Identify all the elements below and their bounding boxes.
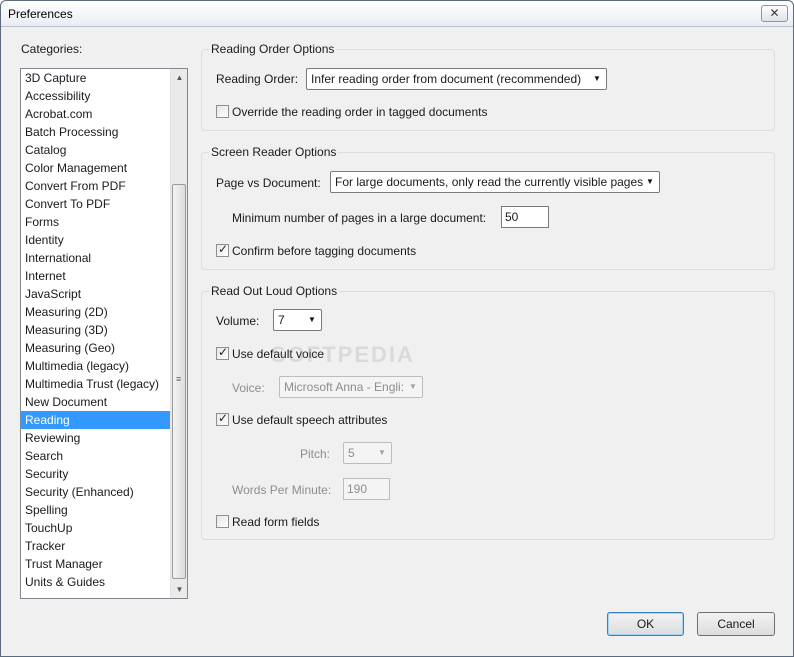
- category-item[interactable]: Convert To PDF: [21, 195, 171, 213]
- scroll-up-arrow-icon[interactable]: ▲: [171, 69, 188, 86]
- pitch-value: 5: [348, 446, 355, 460]
- override-reading-order-label: Override the reading order in tagged doc…: [232, 105, 488, 119]
- category-item[interactable]: Units & Guides: [21, 573, 171, 591]
- confirm-tagging-label: Confirm before tagging documents: [232, 244, 417, 258]
- scroll-thumb[interactable]: ≡: [172, 184, 186, 579]
- close-icon: ✕: [769, 6, 780, 20]
- category-item[interactable]: Convert From PDF: [21, 177, 171, 195]
- category-item[interactable]: Multimedia (legacy): [21, 357, 171, 375]
- category-item[interactable]: Forms: [21, 213, 171, 231]
- category-item[interactable]: Spelling: [21, 501, 171, 519]
- page-vs-document-select[interactable]: For large documents, only read the curre…: [330, 171, 660, 193]
- scroll-down-arrow-icon[interactable]: ▼: [171, 581, 188, 598]
- voice-value: Microsoft Anna - Engli:: [284, 380, 405, 394]
- category-item[interactable]: Security: [21, 465, 171, 483]
- chevron-down-icon: ▼: [409, 382, 417, 391]
- categories-scrollbar[interactable]: ▲ ≡ ▼: [170, 69, 187, 598]
- category-item[interactable]: Catalog: [21, 141, 171, 159]
- category-item[interactable]: Tracker: [21, 537, 171, 555]
- pitch-select[interactable]: 5 ▼: [343, 442, 392, 464]
- min-pages-input[interactable]: 50: [501, 206, 549, 228]
- words-per-minute-value: 190: [347, 482, 368, 496]
- cancel-button[interactable]: Cancel: [697, 612, 775, 636]
- category-item[interactable]: Search: [21, 447, 171, 465]
- screen-reader-group-title: Screen Reader Options: [209, 145, 339, 159]
- categories-list[interactable]: 3D Capture Accessibility Acrobat.com Batch …: [20, 68, 188, 599]
- chevron-down-icon: ▼: [378, 448, 386, 457]
- category-item[interactable]: Internet: [21, 267, 171, 285]
- category-item[interactable]: Acrobat.com: [21, 105, 171, 123]
- category-item[interactable]: JavaScript: [21, 285, 171, 303]
- close-button[interactable]: ✕: [761, 5, 788, 22]
- words-per-minute-label: Words Per Minute:: [232, 483, 332, 497]
- chevron-down-icon: ▼: [308, 315, 316, 324]
- checkmark-icon: ✓: [218, 345, 229, 359]
- use-default-voice-checkbox[interactable]: ✓: [216, 345, 229, 360]
- categories-label: Categories:: [21, 42, 83, 56]
- reading-order-group-title: Reading Order Options: [209, 42, 337, 56]
- reading-order-select[interactable]: Infer reading order from document (recom…: [306, 68, 607, 90]
- category-item[interactable]: Batch Processing: [21, 123, 171, 141]
- scroll-grip-icon: ≡: [176, 374, 182, 384]
- page-vs-document-value: For large documents, only read the curre…: [335, 175, 644, 189]
- category-item[interactable]: Color Management: [21, 159, 171, 177]
- categories-items: 3D Capture Accessibility Acrobat.com Batch …: [21, 69, 171, 591]
- category-item[interactable]: Measuring (2D): [21, 303, 171, 321]
- read-form-fields-label: Read form fields: [232, 515, 320, 529]
- use-default-speech-checkbox[interactable]: ✓: [216, 411, 229, 426]
- category-item[interactable]: International: [21, 249, 171, 267]
- min-pages-value: 50: [505, 210, 519, 224]
- category-item[interactable]: Accessibility: [21, 87, 171, 105]
- chevron-down-icon: ▼: [646, 177, 654, 186]
- volume-label: Volume:: [216, 314, 260, 328]
- checkmark-icon: ✓: [218, 242, 229, 256]
- category-item[interactable]: New Document: [21, 393, 171, 411]
- reading-order-label: Reading Order:: [216, 72, 299, 86]
- category-item[interactable]: Trust Manager: [21, 555, 171, 573]
- category-item[interactable]: Reading: [21, 411, 171, 429]
- title-bar: Preferences ✕: [1, 1, 793, 27]
- voice-label: Voice:: [232, 381, 265, 395]
- voice-select[interactable]: Microsoft Anna - Engli: ▼: [279, 376, 423, 398]
- category-item[interactable]: Reviewing: [21, 429, 171, 447]
- page-vs-document-label: Page vs Document:: [216, 176, 321, 190]
- override-reading-order-checkbox[interactable]: [216, 105, 229, 118]
- category-item[interactable]: Measuring (Geo): [21, 339, 171, 357]
- volume-value: 7: [278, 313, 285, 327]
- preferences-dialog: Preferences ✕ Categories: 3D Capture Acce…: [0, 0, 794, 657]
- window-title: Preferences: [8, 7, 73, 21]
- category-item[interactable]: Measuring (3D): [21, 321, 171, 339]
- category-item[interactable]: 3D Capture: [21, 69, 171, 87]
- read-form-fields-checkbox[interactable]: [216, 515, 229, 528]
- category-item[interactable]: Security (Enhanced): [21, 483, 171, 501]
- category-item[interactable]: Multimedia Trust (legacy): [21, 375, 171, 393]
- volume-select[interactable]: 7 ▼: [273, 309, 322, 331]
- reading-order-value: Infer reading order from document (recom…: [311, 72, 582, 86]
- words-per-minute-input[interactable]: 190: [343, 478, 390, 500]
- chevron-down-icon: ▼: [593, 74, 601, 83]
- checkmark-icon: ✓: [218, 411, 229, 425]
- category-item[interactable]: Identity: [21, 231, 171, 249]
- min-pages-label: Minimum number of pages in a large docum…: [232, 211, 487, 225]
- read-out-loud-group-title: Read Out Loud Options: [209, 284, 340, 298]
- pitch-label: Pitch:: [300, 447, 331, 461]
- use-default-speech-label: Use default speech attributes: [232, 413, 388, 427]
- category-item[interactable]: TouchUp: [21, 519, 171, 537]
- confirm-tagging-checkbox[interactable]: ✓: [216, 242, 229, 257]
- ok-button[interactable]: OK: [607, 612, 684, 636]
- softpedia-watermark: SOFTPEDIA: [271, 342, 415, 367]
